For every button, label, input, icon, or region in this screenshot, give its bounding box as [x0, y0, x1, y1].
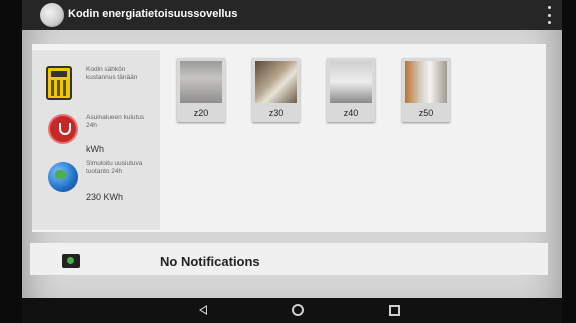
cost-label: Kodin sähkön kustannus tänään	[86, 66, 138, 81]
camera-icon[interactable]	[62, 254, 80, 268]
simulated-production-label: Simuloitu uusiutuva tuotanto 24h	[86, 160, 143, 175]
device-card-z40[interactable]: z40	[327, 58, 375, 122]
device-card-z30[interactable]: z30	[252, 58, 300, 122]
device-photo	[330, 61, 372, 103]
notification-text: No Notifications	[160, 254, 260, 269]
app-title: Kodin energiatietoisuussovellus	[68, 8, 238, 20]
back-icon[interactable]	[199, 305, 207, 315]
notification-bar	[30, 243, 548, 275]
globe-icon	[48, 162, 78, 192]
home-icon[interactable]	[292, 304, 304, 316]
app-bar: Kodin energiatietoisuussovellus	[22, 0, 562, 30]
power-plug-icon	[48, 114, 78, 144]
device-label: z40	[343, 108, 359, 118]
device-label: z20	[193, 108, 209, 118]
house-logo-icon	[40, 3, 64, 27]
device-photo	[255, 61, 297, 103]
device-photo	[405, 61, 447, 103]
device-label: z50	[418, 108, 434, 118]
recents-icon[interactable]	[389, 305, 400, 316]
overflow-menu-icon[interactable]	[546, 6, 552, 24]
device-card-z50[interactable]: z50	[402, 58, 450, 122]
simulated-production-value: 230 KWh	[86, 192, 124, 202]
device-photo	[180, 61, 222, 103]
device-label: z30	[268, 108, 284, 118]
area-consumption-label: Asuinalueen kulutus 24h	[86, 114, 145, 129]
device-card-z20[interactable]: z20	[177, 58, 225, 122]
calculator-icon	[46, 66, 72, 100]
energy-summary-panel: Kodin sähkön kustannus tänään Asuinaluee…	[32, 50, 160, 230]
area-consumption-value: kWh	[86, 144, 104, 154]
